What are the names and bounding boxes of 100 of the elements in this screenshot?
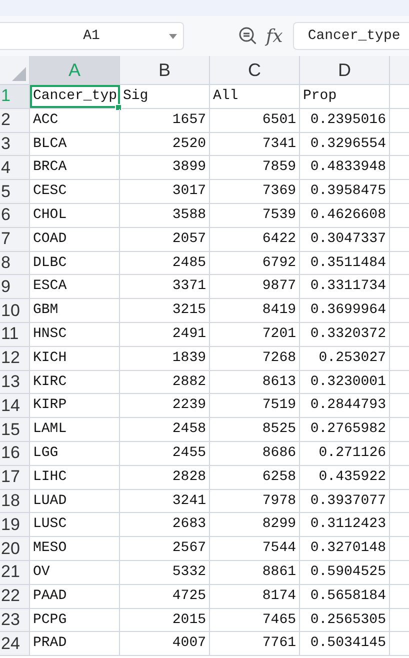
table-cell: 6501 bbox=[262, 112, 296, 128]
row-header[interactable]: 17 bbox=[0, 466, 30, 489]
table-cell: 0.3511484 bbox=[310, 254, 386, 271]
table-cell: 3899 bbox=[172, 159, 206, 176]
row-header[interactable]: 5 bbox=[0, 180, 30, 203]
table-cell: LUSC bbox=[33, 516, 67, 532]
table-cell: 6792 bbox=[262, 254, 296, 271]
caret-icon bbox=[169, 34, 177, 39]
table-cell: 0.3047337 bbox=[310, 230, 386, 247]
table-cell: LGG bbox=[33, 444, 58, 461]
table-cell: 0.5034145 bbox=[310, 635, 386, 652]
table-cell: 7268 bbox=[262, 350, 296, 366]
row-header[interactable]: 14 bbox=[0, 394, 30, 418]
table-cell: 7978 bbox=[262, 492, 296, 509]
table-cell: 0.435922 bbox=[318, 468, 386, 485]
table-cell: 0.3230001 bbox=[310, 374, 386, 390]
table-cell: 0.253027 bbox=[318, 350, 386, 366]
column-header[interactable]: D bbox=[300, 56, 390, 84]
table-cell: 7201 bbox=[262, 326, 296, 342]
table-cell: KICH bbox=[33, 350, 67, 366]
table-cell: 8686 bbox=[262, 444, 296, 461]
row-header[interactable]: 23 bbox=[0, 608, 30, 632]
table-cell: 5332 bbox=[172, 564, 206, 580]
table-cell: HNSC bbox=[33, 326, 67, 342]
name-box[interactable]: A1 bbox=[0, 22, 184, 50]
table-cell: 0.3958475 bbox=[310, 183, 386, 200]
row-header[interactable]: 13 bbox=[0, 370, 30, 394]
table-cell: ACC bbox=[33, 112, 58, 128]
zoom-icon[interactable] bbox=[238, 26, 258, 46]
row-header[interactable]: 15 bbox=[0, 418, 30, 441]
table-cell: 7539 bbox=[262, 206, 296, 223]
table-cell: 0.3320372 bbox=[310, 326, 386, 342]
table-cell: 0.271126 bbox=[318, 444, 386, 461]
table-cell: 2520 bbox=[172, 136, 206, 152]
table-cell: KIRP bbox=[33, 397, 67, 414]
table-cell: 7544 bbox=[262, 540, 296, 556]
row-header[interactable]: 4 bbox=[0, 156, 30, 180]
column-header[interactable]: B bbox=[120, 56, 210, 84]
table-cell: 2057 bbox=[172, 230, 206, 247]
table-cell: GBM bbox=[33, 302, 58, 318]
table-cell: 7369 bbox=[262, 183, 296, 200]
table-cell: 0.3937077 bbox=[310, 492, 386, 509]
table-cell: OV bbox=[33, 564, 50, 580]
table-cell: 8174 bbox=[262, 588, 296, 604]
table-cell: 1839 bbox=[172, 350, 206, 366]
table-cell: 0.4626608 bbox=[310, 206, 386, 223]
row-header[interactable]: 22 bbox=[0, 584, 30, 608]
row-header[interactable]: 19 bbox=[0, 513, 30, 536]
table-cell: 0.3112423 bbox=[310, 516, 386, 532]
table-cell: 4725 bbox=[172, 588, 206, 604]
table-cell: PCPG bbox=[33, 612, 67, 628]
row-header[interactable]: 20 bbox=[0, 537, 30, 560]
row-header[interactable]: 9 bbox=[0, 275, 30, 298]
table-cell: 0.5658184 bbox=[310, 588, 386, 604]
table-cell: 3215 bbox=[172, 302, 206, 318]
table-cell: 8861 bbox=[262, 564, 296, 580]
table-cell: LAML bbox=[33, 421, 67, 438]
table-cell: 0.2765982 bbox=[310, 421, 386, 438]
table-cell: 2015 bbox=[172, 612, 206, 628]
table-cell: 2882 bbox=[172, 374, 206, 390]
row-header[interactable]: 6 bbox=[0, 204, 30, 227]
column-header[interactable]: C bbox=[210, 56, 300, 84]
row-header[interactable]: 21 bbox=[0, 560, 30, 584]
table-cell: 3588 bbox=[172, 206, 206, 223]
row-header[interactable]: 12 bbox=[0, 346, 30, 370]
table-cell: 2239 bbox=[172, 397, 206, 414]
table-cell: Sig bbox=[123, 88, 148, 104]
table-cell: 0.3296554 bbox=[310, 136, 386, 152]
table-cell: 7465 bbox=[262, 612, 296, 628]
row-header[interactable]: 10 bbox=[0, 299, 30, 322]
row-header[interactable]: 8 bbox=[0, 252, 30, 274]
table-cell: 8525 bbox=[262, 421, 296, 438]
row-header[interactable]: 2 bbox=[0, 108, 30, 132]
row-header[interactable]: 3 bbox=[0, 132, 30, 156]
table-cell: Cancer_typ bbox=[33, 88, 118, 104]
table-cell: 2828 bbox=[172, 468, 206, 485]
function-button[interactable]: fx bbox=[266, 26, 283, 46]
table-cell: 0.3270148 bbox=[310, 540, 386, 556]
table-cell: 4007 bbox=[172, 635, 206, 652]
table-cell: 3241 bbox=[172, 492, 206, 509]
table-cell: BRCA bbox=[33, 159, 67, 176]
table-cell: BLCA bbox=[33, 136, 67, 152]
row-header[interactable]: 16 bbox=[0, 442, 30, 465]
table-cell: LUAD bbox=[33, 492, 67, 509]
formula-field[interactable]: Cancer_type bbox=[292, 22, 409, 50]
table-cell: 1657 bbox=[172, 112, 206, 128]
table-cell: 2491 bbox=[172, 326, 206, 342]
table-cell: KIRC bbox=[33, 374, 67, 390]
table-cell: 7341 bbox=[262, 136, 296, 152]
table-cell: 7761 bbox=[262, 635, 296, 652]
row-header[interactable]: 7 bbox=[0, 228, 30, 251]
row-header[interactable]: 24 bbox=[0, 632, 30, 656]
table-cell: 6422 bbox=[262, 230, 296, 247]
row-header[interactable]: 18 bbox=[0, 490, 30, 512]
table-cell: 2567 bbox=[172, 540, 206, 556]
table-cell: 0.2565305 bbox=[310, 612, 386, 628]
table-cell: 0.2844793 bbox=[310, 397, 386, 414]
row-header[interactable]: 11 bbox=[0, 322, 30, 346]
table-cell: CESC bbox=[33, 183, 67, 200]
table-cell: 0.4833948 bbox=[310, 159, 386, 176]
